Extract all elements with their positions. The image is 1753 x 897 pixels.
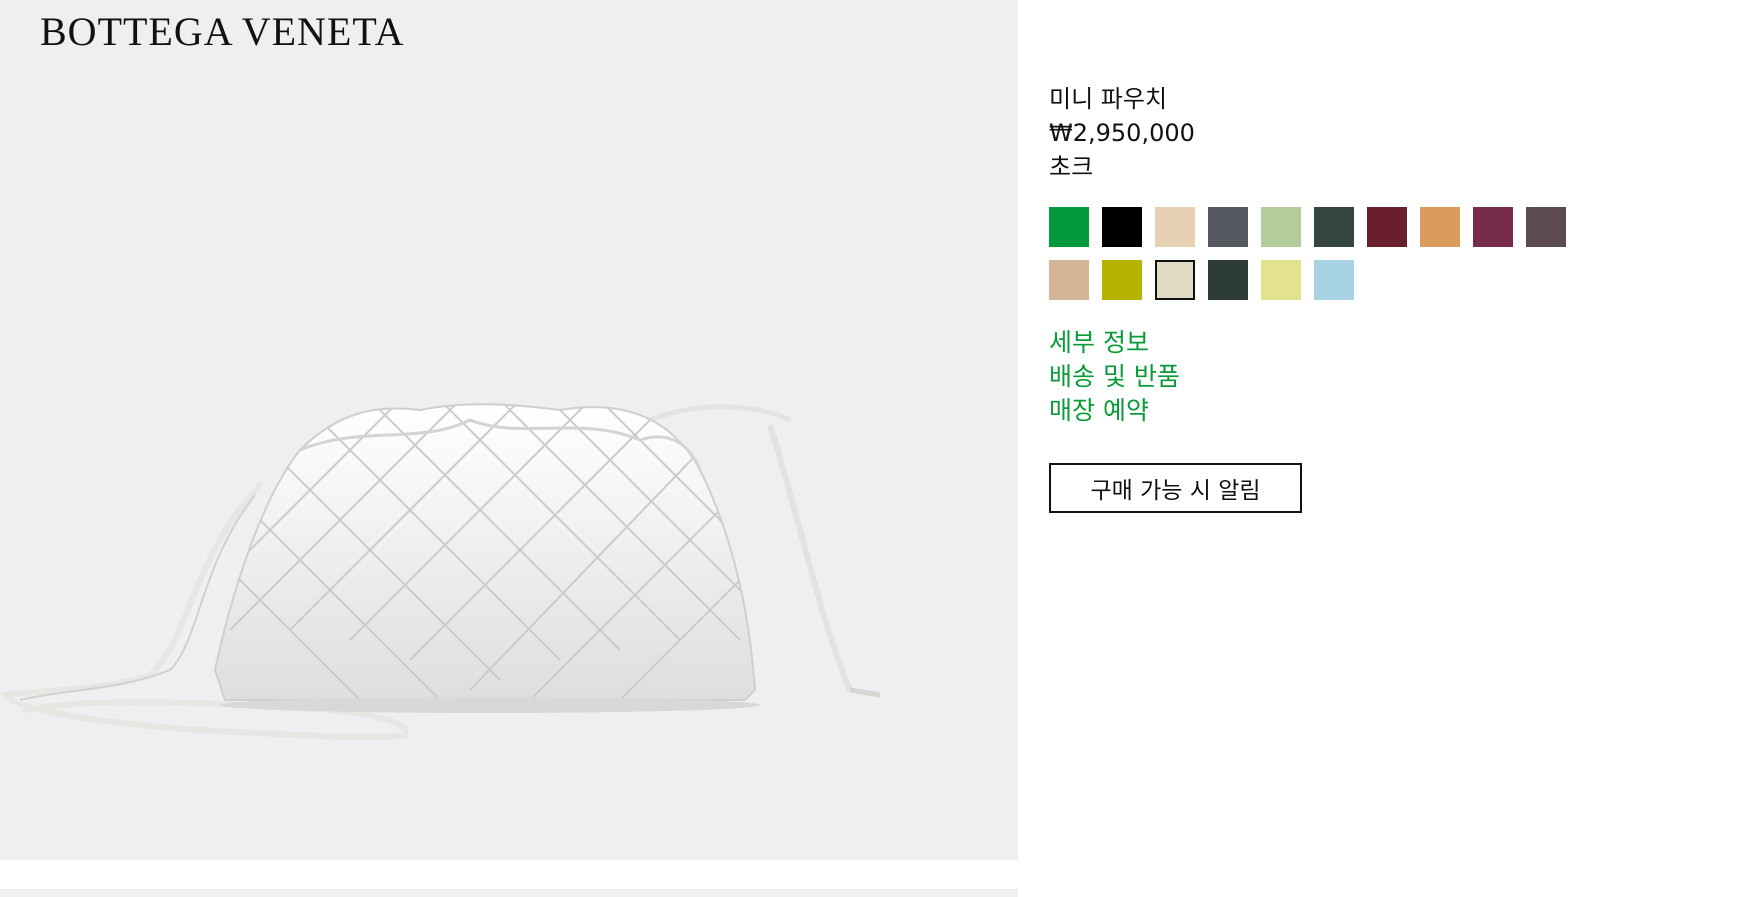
color-swatch-13[interactable] [1155,260,1195,300]
product-name: 미니 파우치 [1049,85,1168,113]
product-page: BOTTEGA VENETA 미니 파우치 ₩2,950,000 초크 세부 정… [0,0,1753,897]
color-swatch-8[interactable] [1420,207,1460,247]
color-swatch-grid [1049,207,1609,300]
color-swatch-9[interactable] [1473,207,1513,247]
product-info: 미니 파우치 ₩2,950,000 초크 [1049,82,1729,184]
product-price: ₩2,950,000 [1049,119,1195,147]
next-image-panel [0,889,1018,897]
color-swatch-3[interactable] [1155,207,1195,247]
woven-pouch-bag-image [0,403,881,741]
notify-when-available-button[interactable]: 구매 가능 시 알림 [1049,463,1302,513]
color-swatch-10[interactable] [1526,207,1566,247]
product-image-panel: BOTTEGA VENETA [0,0,1018,860]
color-swatch-12[interactable] [1102,260,1142,300]
details-link[interactable]: 세부 정보 [1049,326,1180,360]
selected-color-name: 초크 [1049,153,1094,181]
color-swatch-7[interactable] [1367,207,1407,247]
color-swatch-1[interactable] [1049,207,1089,247]
shipping-returns-link[interactable]: 배송 및 반품 [1049,360,1180,394]
color-swatch-4[interactable] [1208,207,1248,247]
store-appointment-link[interactable]: 매장 예약 [1049,394,1180,428]
color-swatch-2[interactable] [1102,207,1142,247]
color-swatch-6[interactable] [1314,207,1354,247]
info-links: 세부 정보 배송 및 반품 매장 예약 [1049,326,1180,428]
color-swatch-14[interactable] [1208,260,1248,300]
color-swatch-11[interactable] [1049,260,1089,300]
color-swatch-16[interactable] [1314,260,1354,300]
color-swatch-5[interactable] [1261,207,1301,247]
color-swatch-15[interactable] [1261,260,1301,300]
